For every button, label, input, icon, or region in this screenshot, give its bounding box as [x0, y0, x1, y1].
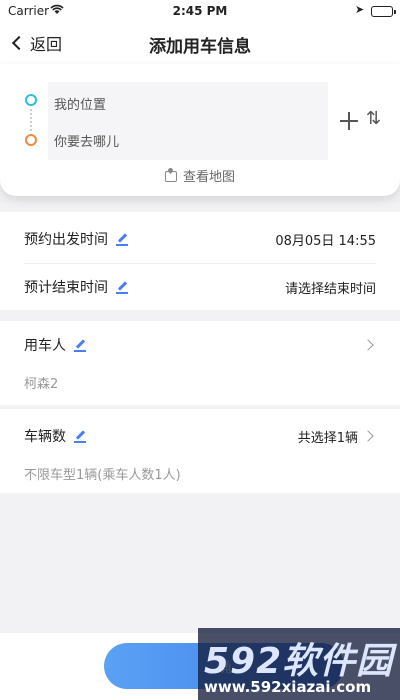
watermark: 592软件园 www.592xiazai.com [198, 628, 400, 700]
origin-input[interactable]: 我的位置 [54, 88, 106, 118]
vehicle-count-detail: 不限车型1辆(乘车人数1人) [24, 468, 181, 483]
page-background [0, 493, 400, 633]
vehicle-count-value: 共选择1辆 [297, 430, 358, 446]
watermark-logo: 592软件园 [204, 641, 394, 682]
passenger-chevron-wrap [362, 339, 376, 351]
vehicle-count-value-wrap: 共选择1辆 [298, 427, 376, 446]
status-bar: Carrier 2:45 PM ➤ [0, 0, 400, 22]
destination-input[interactable]: 你要去哪儿 [54, 125, 119, 155]
clock: 2:45 PM [172, 4, 228, 18]
end-time-label-wrap: 预计结束时间 [24, 277, 128, 297]
route-inputs: 我的位置 你要去哪儿 [48, 82, 328, 160]
edit-icon [116, 281, 128, 294]
edit-icon [74, 339, 86, 352]
edit-icon [74, 430, 86, 443]
end-time-label: 预计结束时间 [24, 280, 108, 296]
chevron-right-icon [362, 339, 374, 351]
passenger-section: 用车人 柯森2 [0, 321, 400, 405]
nav-bar: 返回 添加用车信息 [0, 22, 400, 64]
battery-icon [371, 6, 396, 17]
depart-time-label-wrap: 预约出发时间 [24, 229, 128, 249]
depart-time-value: 08月05日 14:55 [275, 233, 376, 249]
vehicle-count-label-wrap: 车辆数 [24, 426, 86, 446]
view-map-label: 查看地图 [182, 170, 235, 185]
chevron-right-icon [362, 430, 374, 442]
add-stop-button[interactable] [338, 110, 360, 132]
depart-time-label: 预约出发时间 [24, 232, 108, 248]
vehicle-count-section: 车辆数 共选择1辆 不限车型1辆(乘车人数1人) [0, 409, 400, 493]
depart-time-row[interactable]: 预约出发时间 08月05日 14:55 [24, 215, 376, 263]
end-time-value: 请选择结束时间 [284, 281, 376, 297]
passenger-row[interactable]: 用车人 [24, 321, 376, 369]
passenger-label: 用车人 [24, 338, 66, 354]
edit-icon [116, 233, 128, 246]
vehicle-count-label: 车辆数 [24, 429, 66, 445]
destination-dot-icon [25, 134, 37, 146]
watermark-url: www.592xiazai.com [204, 678, 372, 696]
view-map-link[interactable]: 查看地图 [0, 166, 400, 185]
route-connector [30, 109, 32, 131]
vehicle-count-row[interactable]: 车辆数 共选择1辆 [24, 412, 376, 460]
origin-dot-icon [25, 94, 37, 106]
passenger-name: 柯森2 [24, 377, 59, 392]
time-section: 预约出发时间 08月05日 14:55 预计结束时间 请选择结束时间 [0, 212, 400, 310]
passenger-label-wrap: 用车人 [24, 335, 86, 355]
swap-route-button[interactable]: ⇅ [366, 108, 381, 129]
location-arrow-icon: ➤ [355, 3, 365, 16]
page-title: 添加用车信息 [149, 37, 251, 57]
map-icon [164, 171, 177, 182]
end-time-row[interactable]: 预计结束时间 请选择结束时间 [24, 263, 376, 311]
